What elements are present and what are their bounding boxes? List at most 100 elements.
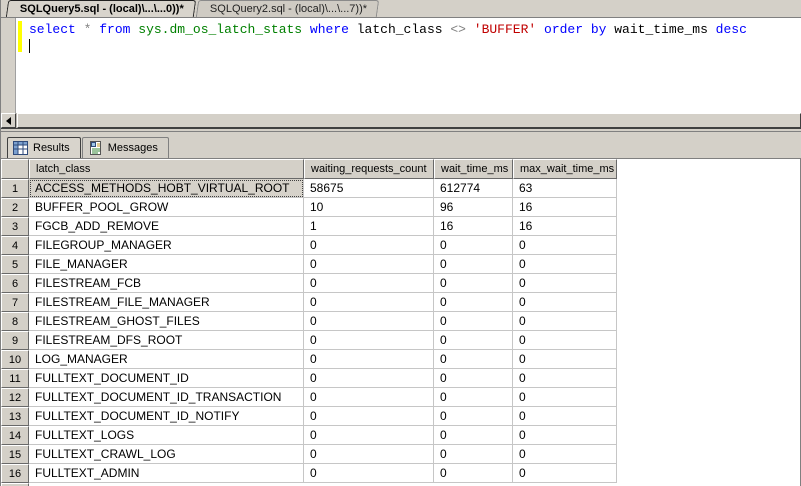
scroll-left-button[interactable] bbox=[1, 113, 16, 128]
cell-waiting_requests_count[interactable]: 0 bbox=[304, 464, 434, 483]
row-header-9[interactable]: 9 bbox=[1, 331, 29, 350]
cell-max_wait_time_ms[interactable]: 0 bbox=[513, 369, 617, 388]
cell-latch_class[interactable]: FILESTREAM_FILE_MANAGER bbox=[29, 293, 304, 312]
cell-wait_time_ms[interactable]: 0 bbox=[434, 331, 513, 350]
cell-wait_time_ms[interactable]: 0 bbox=[434, 312, 513, 331]
row-header-7[interactable]: 7 bbox=[1, 293, 29, 312]
cell-waiting_requests_count[interactable]: 0 bbox=[304, 331, 434, 350]
cell-waiting_requests_count[interactable]: 0 bbox=[304, 350, 434, 369]
cell-wait_time_ms[interactable]: 0 bbox=[434, 426, 513, 445]
cell-latch_class[interactable]: BUFFER_POOL_GROW bbox=[29, 198, 304, 217]
cell-wait_time_ms[interactable]: 0 bbox=[434, 369, 513, 388]
results-pane-tab-messages[interactable]: Messages bbox=[81, 137, 169, 158]
column-header-waiting_requests_count[interactable]: waiting_requests_count bbox=[304, 159, 434, 179]
row-header-1[interactable]: 1 bbox=[1, 179, 29, 198]
cell-waiting_requests_count[interactable]: 0 bbox=[304, 312, 434, 331]
cell-max_wait_time_ms[interactable]: 0 bbox=[513, 426, 617, 445]
row-header-13[interactable]: 13 bbox=[1, 407, 29, 426]
row-header-8[interactable]: 8 bbox=[1, 312, 29, 331]
cell-max_wait_time_ms[interactable]: 0 bbox=[513, 407, 617, 426]
cell-latch_class[interactable]: FILESTREAM_GHOST_FILES bbox=[29, 312, 304, 331]
sql-editor[interactable]: select * from sys.dm_os_latch_stats wher… bbox=[1, 18, 801, 113]
results-pane-tab-results[interactable]: Results bbox=[7, 137, 81, 158]
column-header-wait_time_ms[interactable]: wait_time_ms bbox=[434, 159, 513, 179]
cell-waiting_requests_count[interactable]: 1 bbox=[304, 217, 434, 236]
cell-waiting_requests_count[interactable]: 0 bbox=[304, 426, 434, 445]
document-tab-1[interactable]: SQLQuery5.sql - (local)\...\...0))* bbox=[5, 0, 197, 17]
sql-token-plain: wait_time_ms bbox=[606, 22, 716, 37]
cell-wait_time_ms[interactable]: 0 bbox=[434, 388, 513, 407]
cell-latch_class[interactable]: FGCB_ADD_REMOVE bbox=[29, 217, 304, 236]
cell-wait_time_ms[interactable]: 0 bbox=[434, 274, 513, 293]
editor-horizontal-scrollbar[interactable] bbox=[1, 113, 801, 128]
row-header-15[interactable]: 15 bbox=[1, 445, 29, 464]
cell-max_wait_time_ms[interactable]: 0 bbox=[513, 312, 617, 331]
cell-waiting_requests_count[interactable]: 0 bbox=[304, 369, 434, 388]
cell-max_wait_time_ms[interactable]: 0 bbox=[513, 331, 617, 350]
cell-latch_class[interactable]: FULLTEXT_LOGS bbox=[29, 426, 304, 445]
row-header-14[interactable]: 14 bbox=[1, 426, 29, 445]
cell-wait_time_ms[interactable]: 0 bbox=[434, 293, 513, 312]
cell-latch_class[interactable]: FULLTEXT_DOCUMENT_ID bbox=[29, 369, 304, 388]
cell-wait_time_ms[interactable]: 16 bbox=[434, 217, 513, 236]
cell-latch_class[interactable]: FULLTEXT_DOCUMENT_ID_NOTIFY bbox=[29, 407, 304, 426]
cell-wait_time_ms[interactable]: 0 bbox=[434, 464, 513, 483]
cell-latch_class[interactable]: FULLTEXT_ADMIN bbox=[29, 464, 304, 483]
document-tab-label: SQLQuery2.sql - (local)\...\...7))* bbox=[209, 3, 367, 15]
cell-max_wait_time_ms[interactable]: 0 bbox=[513, 236, 617, 255]
table-row: 9 FILESTREAM_DFS_ROOT 0 0 0 bbox=[1, 331, 800, 350]
cell-latch_class[interactable]: FULLTEXT_CRAWL_LOG bbox=[29, 445, 304, 464]
cell-max_wait_time_ms[interactable]: 16 bbox=[513, 198, 617, 217]
cell-wait_time_ms[interactable]: 0 bbox=[434, 255, 513, 274]
cell-latch_class[interactable]: FULLTEXT_DOCUMENT_ID_TRANSACTION bbox=[29, 388, 304, 407]
row-header-11[interactable]: 11 bbox=[1, 369, 29, 388]
cell-latch_class[interactable]: FILESTREAM_DFS_ROOT bbox=[29, 331, 304, 350]
grid-corner-cell[interactable] bbox=[1, 159, 29, 179]
cell-wait_time_ms[interactable]: 0 bbox=[434, 407, 513, 426]
sql-token-plain: latch_class bbox=[348, 22, 451, 37]
cell-latch_class[interactable]: FILEGROUP_MANAGER bbox=[29, 236, 304, 255]
cell-max_wait_time_ms[interactable]: 0 bbox=[513, 350, 617, 369]
cell-max_wait_time_ms[interactable]: 0 bbox=[513, 464, 617, 483]
row-header-2[interactable]: 2 bbox=[1, 198, 29, 217]
cell-latch_class[interactable]: ACCESS_METHODS_HOBT_VIRTUAL_ROOT bbox=[29, 179, 304, 198]
cell-waiting_requests_count[interactable]: 0 bbox=[304, 407, 434, 426]
cell-max_wait_time_ms[interactable]: 16 bbox=[513, 217, 617, 236]
cell-max_wait_time_ms[interactable]: 0 bbox=[513, 388, 617, 407]
row-header-3[interactable]: 3 bbox=[1, 217, 29, 236]
cell-max_wait_time_ms[interactable]: 0 bbox=[513, 255, 617, 274]
row-header-5[interactable]: 5 bbox=[1, 255, 29, 274]
column-header-max_wait_time_ms[interactable]: max_wait_time_ms bbox=[513, 159, 617, 179]
column-header-latch_class[interactable]: latch_class bbox=[29, 159, 304, 179]
scrollbar-thumb[interactable] bbox=[17, 113, 801, 128]
row-header-16[interactable]: 16 bbox=[1, 464, 29, 483]
sql-query-line[interactable]: select * from sys.dm_os_latch_stats wher… bbox=[29, 22, 747, 37]
cell-latch_class[interactable]: FILE_MANAGER bbox=[29, 255, 304, 274]
cell-wait_time_ms[interactable]: 0 bbox=[434, 350, 513, 369]
cell-wait_time_ms[interactable]: 612774 bbox=[434, 179, 513, 198]
cell-wait_time_ms[interactable]: 96 bbox=[434, 198, 513, 217]
cell-wait_time_ms[interactable]: 0 bbox=[434, 236, 513, 255]
cell-waiting_requests_count[interactable]: 10 bbox=[304, 198, 434, 217]
row-header-4[interactable]: 4 bbox=[1, 236, 29, 255]
cell-max_wait_time_ms[interactable]: 0 bbox=[513, 293, 617, 312]
row-header-10[interactable]: 10 bbox=[1, 350, 29, 369]
cell-latch_class[interactable]: LOG_MANAGER bbox=[29, 350, 304, 369]
cell-waiting_requests_count[interactable]: 0 bbox=[304, 274, 434, 293]
cell-waiting_requests_count[interactable]: 0 bbox=[304, 255, 434, 274]
cell-waiting_requests_count[interactable]: 0 bbox=[304, 293, 434, 312]
document-tab-2[interactable]: SQLQuery2.sql - (local)\...\...7))* bbox=[195, 0, 380, 17]
cell-wait_time_ms[interactable]: 0 bbox=[434, 445, 513, 464]
cell-waiting_requests_count[interactable]: 0 bbox=[304, 445, 434, 464]
cell-max_wait_time_ms[interactable]: 63 bbox=[513, 179, 617, 198]
table-row: 12 FULLTEXT_DOCUMENT_ID_TRANSACTION 0 0 0 bbox=[1, 388, 800, 407]
cell-max_wait_time_ms[interactable]: 0 bbox=[513, 445, 617, 464]
cell-latch_class[interactable]: FILESTREAM_FCB bbox=[29, 274, 304, 293]
cell-waiting_requests_count[interactable]: 0 bbox=[304, 236, 434, 255]
cell-max_wait_time_ms[interactable]: 0 bbox=[513, 274, 617, 293]
table-row: 15 FULLTEXT_CRAWL_LOG 0 0 0 bbox=[1, 445, 800, 464]
row-header-12[interactable]: 12 bbox=[1, 388, 29, 407]
cell-waiting_requests_count[interactable]: 0 bbox=[304, 388, 434, 407]
cell-waiting_requests_count[interactable]: 58675 bbox=[304, 179, 434, 198]
row-header-6[interactable]: 6 bbox=[1, 274, 29, 293]
